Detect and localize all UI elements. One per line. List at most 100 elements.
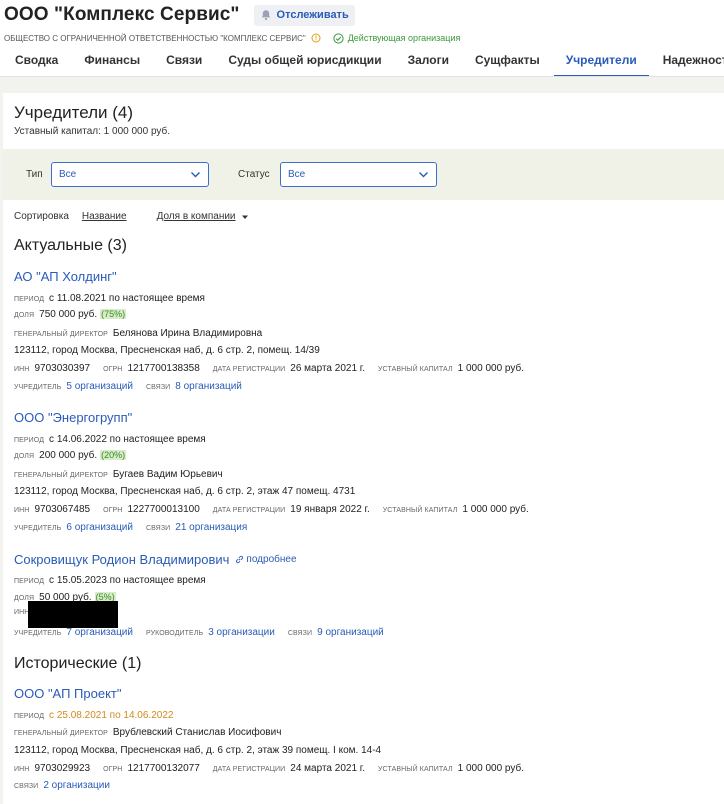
head-label: руководитель xyxy=(145,630,204,637)
capital-value: 1 000 000 руб. xyxy=(457,363,524,374)
tab-facts[interactable]: Сущфакты xyxy=(475,47,540,76)
sort-bar: Сортировка Название Доля в компании xyxy=(14,211,249,222)
tab-finance[interactable]: Финансы xyxy=(84,47,140,76)
status-filter-label: Статус xyxy=(238,169,270,180)
capital-value: 1 000 000 руб. xyxy=(462,504,529,515)
check-circle-icon xyxy=(333,32,344,44)
address-value: 123112, город Москва, Пресненская наб, д… xyxy=(14,486,356,497)
founder-orgs-link[interactable]: 7 организаций xyxy=(66,627,133,638)
director-label: генеральный директор xyxy=(14,331,108,338)
chevron-down-icon xyxy=(418,169,429,180)
status-select-value: Все xyxy=(288,169,306,180)
caret-down-icon xyxy=(241,213,249,221)
follow-button[interactable]: Отслеживать xyxy=(253,4,355,26)
share-label: доля xyxy=(14,312,35,319)
founder-name-link[interactable]: ООО "Энергогрупп" xyxy=(14,410,132,425)
tab-founders[interactable]: Учредители xyxy=(553,47,649,76)
sort-by-share[interactable]: Доля в компании xyxy=(157,211,249,222)
tab-links[interactable]: Связи xyxy=(166,47,202,76)
founder-name-link[interactable]: ООО "АП Проект" xyxy=(14,686,121,701)
sort-label: Сортировка xyxy=(14,211,69,222)
status-text: Действующая организация xyxy=(347,33,461,43)
links-orgs-link[interactable]: 21 организация xyxy=(175,522,247,533)
bell-icon xyxy=(260,9,272,21)
period-label: период xyxy=(14,296,45,303)
inn-value: 9703030397 xyxy=(34,363,91,374)
historical-group-title: Исторические (1) xyxy=(14,655,142,672)
share-value: 750 000 руб. xyxy=(39,309,98,320)
tab-reliability[interactable]: Надежность xyxy=(663,47,724,76)
more-link-label: подробнее xyxy=(246,554,297,565)
founder-orgs-link[interactable]: 5 организаций xyxy=(66,381,133,392)
director-label: генеральный директор xyxy=(14,472,108,479)
reg-date-value: 19 января 2022 г. xyxy=(290,504,370,515)
founder-label: учредитель xyxy=(14,384,62,391)
filter-bar: Тип Все Статус Все xyxy=(3,149,724,200)
links-orgs-link[interactable]: 2 организации xyxy=(43,780,110,791)
links-orgs-link[interactable]: 9 организаций xyxy=(317,627,384,638)
ogrn-label: огрн xyxy=(103,366,123,373)
follow-label: Отслеживать xyxy=(276,9,349,21)
company-full-name: ОБЩЕСТВО С ОГРАНИЧЕННОЙ ОТВЕТСТВЕННОСТЬЮ… xyxy=(4,33,306,43)
sort-by-share-label: Доля в компании xyxy=(156,211,236,222)
tab-bar: Сводка Финансы Связи Суды общей юрисдикц… xyxy=(0,47,724,77)
reg-date-label: дата регистрации xyxy=(212,766,286,773)
share-label: доля xyxy=(14,453,35,460)
more-link[interactable]: подробнее xyxy=(235,554,297,565)
founder-label: учредитель xyxy=(14,630,62,637)
period-label: период xyxy=(14,437,45,444)
director-label: генеральный директор xyxy=(14,730,108,737)
reg-date-label: дата регистрации xyxy=(212,366,286,373)
tab-pledges[interactable]: Залоги xyxy=(408,47,449,76)
founders-panel: Учредители (4) Уставный капитал: 1 000 0… xyxy=(3,93,724,804)
charter-capital: Уставный капитал: 1 000 000 руб. xyxy=(14,126,171,137)
company-title: ООО "Комплекс Сервис" xyxy=(4,4,240,25)
tab-summary[interactable]: Сводка xyxy=(15,47,58,76)
address-value: 123112, город Москва, Пресненская наб, д… xyxy=(14,745,382,756)
period-value: с 15.05.2023 по настоящее время xyxy=(49,575,206,586)
ogrn-value: 1217700132077 xyxy=(127,763,200,774)
type-select[interactable]: Все xyxy=(51,162,209,187)
info-icon[interactable] xyxy=(311,33,321,43)
period-label: период xyxy=(14,578,45,585)
capital-label: уставный капитал xyxy=(377,366,453,373)
links-label: связи xyxy=(145,384,171,391)
period-label: период xyxy=(14,713,45,720)
share-value: 200 000 руб. xyxy=(39,450,98,461)
period-value: с 14.06.2022 по настоящее время xyxy=(49,434,206,445)
share-percent-badge: (20%) xyxy=(100,450,127,460)
founder-name-link[interactable]: Сокровищук Родион Владимирович xyxy=(14,552,229,567)
status-badge: Действующая организация xyxy=(333,32,461,44)
reg-date-label: дата регистрации xyxy=(212,507,286,514)
founder-name-link[interactable]: АО "АП Холдинг" xyxy=(14,269,117,284)
head-orgs-link[interactable]: 3 организации xyxy=(208,627,275,638)
section-title: Учредители (4) xyxy=(14,103,134,122)
founder-label: учредитель xyxy=(14,525,62,532)
reg-date-value: 26 марта 2021 г. xyxy=(290,363,365,374)
capital-value: 1 000 000 руб. xyxy=(457,763,524,774)
director-value: Белянова Ирина Владимировна xyxy=(112,328,263,339)
links-label: связи xyxy=(287,630,313,637)
ogrn-value: 1217700138358 xyxy=(127,363,200,374)
links-orgs-link[interactable]: 8 организаций xyxy=(175,381,242,392)
inn-label: инн xyxy=(14,766,30,773)
address-value: 123112, город Москва, Пресненская наб, д… xyxy=(14,345,320,356)
capital-label: уставный капитал xyxy=(382,507,458,514)
director-value: Врублевский Станислав Иосифович xyxy=(112,727,282,738)
sort-by-name[interactable]: Название xyxy=(82,211,127,222)
redaction-block xyxy=(28,601,118,628)
founder-orgs-link[interactable]: 6 организаций xyxy=(66,522,133,533)
chevron-down-icon xyxy=(190,169,201,180)
links-label: связи xyxy=(14,783,39,790)
status-select[interactable]: Все xyxy=(280,162,437,187)
period-value: с 11.08.2021 по настоящее время xyxy=(49,293,205,304)
type-select-value: Все xyxy=(59,169,77,180)
inn-value: 9703029923 xyxy=(34,763,91,774)
company-header: ООО "Комплекс Сервис" Отслеживать ОБЩЕСТ… xyxy=(0,0,724,77)
ogrn-label: огрн xyxy=(103,766,123,773)
tab-courts[interactable]: Суды общей юрисдикции xyxy=(228,47,381,76)
share-percent-badge: (75%) xyxy=(100,309,127,319)
director-value: Бугаев Вадим Юрьевич xyxy=(112,469,223,480)
period-value: с 25.08.2021 по 14.06.2022 xyxy=(49,710,174,721)
type-filter-label: Тип xyxy=(26,169,43,180)
